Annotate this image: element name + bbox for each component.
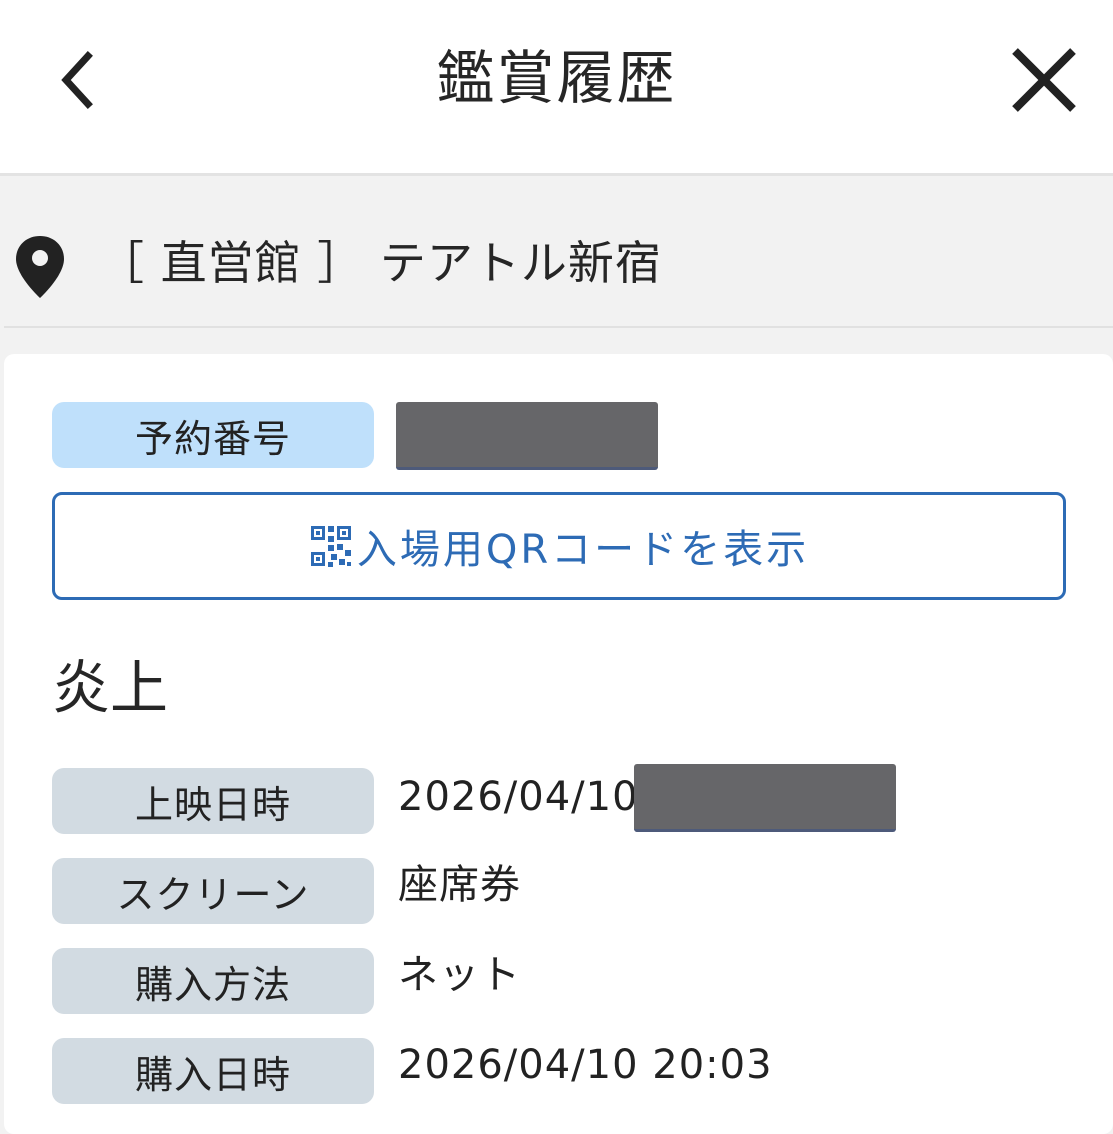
purchase-datetime-label: 購入日時 bbox=[52, 1038, 374, 1104]
show-qr-code-button[interactable]: 入場用QRコードを表示 bbox=[52, 492, 1066, 600]
reservation-number-label: 予約番号 bbox=[52, 402, 374, 468]
app-header: 鑑賞履歴 bbox=[0, 0, 1113, 176]
purchase-datetime-value: 2026/04/10 20:03 bbox=[398, 1042, 773, 1088]
divider bbox=[4, 326, 1113, 328]
showtime-redacted bbox=[634, 764, 896, 832]
showtime-label: 上映日時 bbox=[52, 768, 374, 834]
reservation-number-redacted bbox=[396, 402, 658, 470]
showtime-value: 2026/04/10 bbox=[398, 774, 639, 820]
purchase-method-label: 購入方法 bbox=[52, 948, 374, 1014]
close-button[interactable] bbox=[1000, 36, 1088, 124]
screen-label: スクリーン bbox=[52, 858, 374, 924]
show-qr-code-label: 入場用QRコードを表示 bbox=[356, 527, 810, 573]
qr-code-icon bbox=[310, 526, 351, 567]
purchase-method-value: ネット bbox=[398, 952, 521, 998]
movie-title: 炎上 bbox=[52, 654, 169, 722]
screen-value: 座席券 bbox=[398, 862, 521, 908]
close-icon bbox=[1012, 48, 1076, 112]
ticket-card bbox=[4, 354, 1113, 1134]
page-title: 鑑賞履歴 bbox=[436, 44, 677, 112]
map-pin-icon bbox=[16, 236, 64, 298]
theater-name: ［ 直営館 ］ テアトル新宿 bbox=[98, 236, 662, 290]
